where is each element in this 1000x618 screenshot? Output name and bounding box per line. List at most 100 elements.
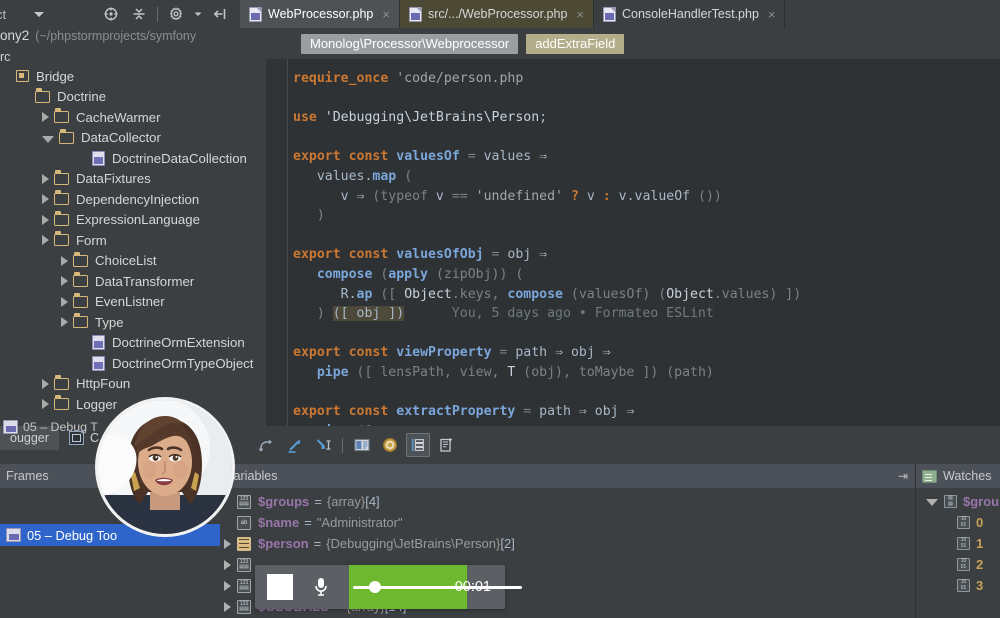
- code-line: [293, 128, 1000, 148]
- code-token: compose: [317, 267, 373, 282]
- force-step-into-icon[interactable]: [311, 433, 335, 457]
- tree-item[interactable]: EvenListner: [0, 292, 266, 313]
- watches-header-label: Watches: [943, 469, 992, 483]
- settings-caret-icon[interactable]: [191, 2, 205, 26]
- code-token: =: [515, 404, 539, 419]
- array-icon: 123▤▤: [237, 600, 251, 614]
- step-into-icon[interactable]: [283, 433, 307, 457]
- variables-view-icon[interactable]: [406, 433, 430, 457]
- code-token: obj: [507, 247, 531, 262]
- editor-tab-0[interactable]: WebProcessor.php ×: [240, 0, 400, 28]
- close-icon[interactable]: ×: [382, 7, 390, 22]
- chevron-right-icon[interactable]: [224, 581, 231, 591]
- watch-row[interactable]: 10012: [916, 554, 1000, 575]
- code-token: use: [293, 110, 317, 125]
- tree-item-label: Logger: [76, 397, 117, 412]
- code-token: v: [579, 189, 603, 204]
- tree-item[interactable]: DoctrineDataCollection: [0, 148, 266, 169]
- console-icon[interactable]: [350, 433, 374, 457]
- chevron-right-icon[interactable]: [61, 256, 68, 266]
- watch-label: $grou: [963, 494, 999, 509]
- tree-item[interactable]: ChoiceList: [0, 251, 266, 272]
- breadcrumb-method[interactable]: addExtraField: [526, 34, 624, 54]
- project-root-row[interactable]: ony2 (~/phpstormprojects/symfony: [0, 28, 266, 50]
- collapse-all-icon[interactable]: [126, 2, 152, 26]
- editor-tab-2[interactable]: ConsoleHandlerTest.php ×: [594, 0, 785, 28]
- watches-panel[interactable]: ▤▤$grou10010100111001210013: [916, 488, 1000, 618]
- variable-row[interactable]: 123▤▤$groups={array} [4]: [220, 491, 916, 512]
- chevron-right-icon[interactable]: [42, 215, 49, 225]
- tree-item[interactable]: CacheWarmer: [0, 107, 266, 128]
- chevron-right-icon[interactable]: [42, 194, 49, 204]
- evaluate-expression-icon[interactable]: [434, 433, 458, 457]
- code-token: =: [492, 345, 516, 360]
- hide-panel-icon[interactable]: [207, 2, 233, 26]
- chevron-right-icon[interactable]: [224, 602, 231, 612]
- step-over-icon[interactable]: [255, 433, 279, 457]
- chevron-down-icon[interactable]: [34, 12, 44, 17]
- frames-header-label: Frames: [6, 469, 49, 483]
- screen-recorder-widget: 00:01: [255, 565, 505, 609]
- chevron-down-icon[interactable]: [926, 499, 938, 506]
- tree-item[interactable]: Type: [0, 312, 266, 333]
- code-line: ) ([ obj ]) You, 5 days ago • Formateo E…: [293, 304, 1000, 324]
- chevron-right-icon[interactable]: [61, 276, 68, 286]
- code-line: [293, 89, 1000, 109]
- tree-item[interactable]: DataCollector: [0, 128, 266, 149]
- tree-item[interactable]: DependencyInjection: [0, 189, 266, 210]
- project-view-label: ct: [0, 7, 6, 22]
- target-icon[interactable]: [98, 2, 124, 26]
- pin-icon[interactable]: ⇥: [898, 469, 908, 483]
- microphone-icon[interactable]: [311, 576, 331, 598]
- watch-row[interactable]: 10013: [916, 575, 1000, 596]
- tree-item[interactable]: Doctrine: [0, 87, 266, 108]
- code-token: const: [349, 247, 389, 262]
- run-configuration-row[interactable]: 05 – Debug T: [0, 418, 98, 436]
- slider-knob[interactable]: [369, 581, 381, 593]
- chevron-down-icon[interactable]: [42, 136, 54, 143]
- chevron-right-icon[interactable]: [42, 112, 49, 122]
- chevron-right-icon[interactable]: [224, 539, 231, 549]
- code-token: compose: [507, 287, 563, 302]
- tree-item[interactable]: HttpFoun: [0, 374, 266, 395]
- variable-name: $person: [258, 536, 309, 551]
- tree-item[interactable]: DataTransformer: [0, 271, 266, 292]
- code-token: ⇒: [619, 404, 635, 419]
- tree-item[interactable]: ExpressionLanguage: [0, 210, 266, 231]
- tree-item[interactable]: Bridge: [0, 66, 266, 87]
- close-icon[interactable]: ×: [768, 7, 776, 22]
- watch-row[interactable]: 10010: [916, 512, 1000, 533]
- tree-item[interactable]: DoctrineOrmTypeObject: [0, 353, 266, 374]
- code-token: =: [484, 247, 508, 262]
- breadcrumb-class[interactable]: Monolog\Processor\Webprocessor: [301, 34, 518, 54]
- watch-row[interactable]: 10011: [916, 533, 1000, 554]
- code-content[interactable]: require_once 'code/person.php use 'Debug…: [289, 59, 1000, 426]
- chevron-right-icon[interactable]: [42, 399, 49, 409]
- chevron-right-icon[interactable]: [42, 379, 49, 389]
- tree-item[interactable]: DataFixtures: [0, 169, 266, 190]
- editor-tab-1[interactable]: src/.../WebProcessor.php ×: [400, 0, 594, 28]
- code-token: 'code/person.php: [396, 71, 523, 86]
- tree-item[interactable]: Form: [0, 230, 266, 251]
- watch-row[interactable]: ▤▤$grou: [916, 491, 1000, 512]
- code-token: export: [293, 247, 341, 262]
- chevron-right-icon[interactable]: [42, 235, 49, 245]
- chevron-right-icon[interactable]: [224, 560, 231, 570]
- close-icon[interactable]: ×: [576, 7, 584, 22]
- code-token: [341, 404, 349, 419]
- variable-count: [4]: [365, 494, 379, 509]
- settings-icon[interactable]: [163, 2, 189, 26]
- tree-item[interactable]: DoctrineOrmExtension: [0, 333, 266, 354]
- chevron-right-icon[interactable]: [61, 317, 68, 327]
- code-token: (zipObj)) (: [428, 267, 523, 282]
- stop-recording-button[interactable]: [267, 574, 293, 600]
- variable-row[interactable]: $person={Debugging\JetBrains\Person} [2]: [220, 533, 916, 554]
- volume-slider[interactable]: [349, 565, 467, 609]
- editor-gutter[interactable]: [266, 59, 288, 426]
- project-view-selector[interactable]: ct: [0, 0, 90, 28]
- chevron-right-icon[interactable]: [42, 174, 49, 184]
- int-icon: 1001: [957, 537, 970, 550]
- chevron-right-icon[interactable]: [61, 297, 68, 307]
- mute-breakpoints-icon[interactable]: [378, 433, 402, 457]
- variable-row[interactable]: ab$name="Administrator": [220, 512, 916, 533]
